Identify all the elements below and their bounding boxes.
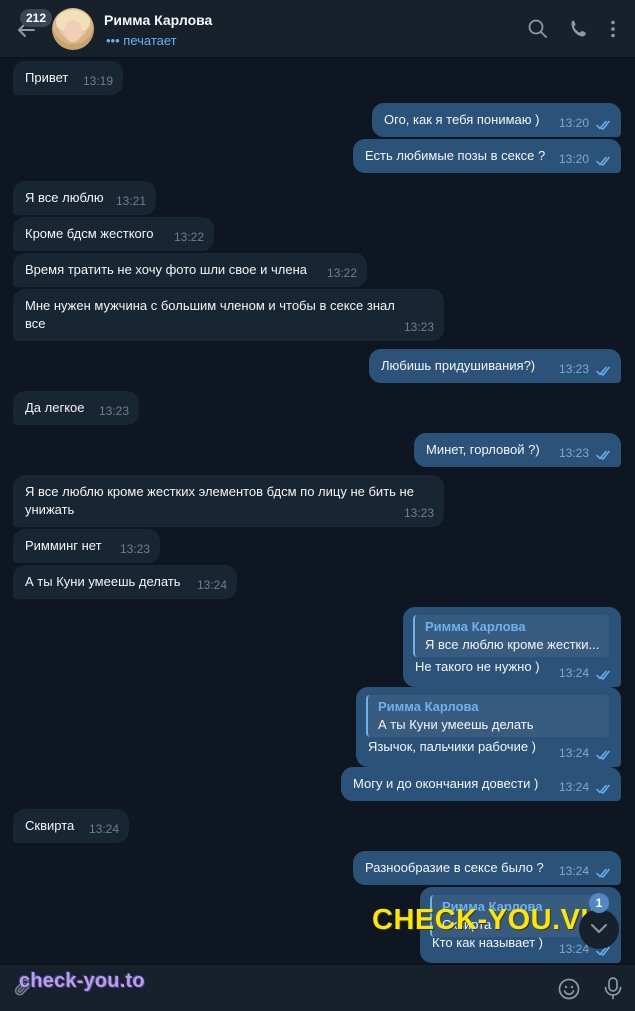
outgoing-message[interactable]: Разнообразие в сексе было ? 13:24 xyxy=(353,851,621,885)
message-text-line2: унижать xyxy=(25,502,75,517)
message-text: Язычок, пальчики рабочие ) xyxy=(368,739,537,754)
incoming-message[interactable]: Мне нужен мужчина с большим членом и что… xyxy=(13,289,444,341)
search-icon[interactable] xyxy=(527,18,549,40)
message-text-line1: Я все люблю кроме жестких элементов бдсм… xyxy=(25,484,414,499)
message-text: Привет xyxy=(25,70,69,85)
outgoing-message[interactable]: Римма Карлова А ты Куни умеешь делать Языч… xyxy=(356,687,621,767)
message-time: 13:24 xyxy=(558,780,589,794)
message-text: Могу и до окончания довести ) xyxy=(353,776,539,791)
reply-quote[interactable]: Римма Карлова Я все люблю кроме жестки... xyxy=(413,615,609,657)
message-time: 13:23 xyxy=(558,446,589,460)
chevron-down-icon xyxy=(591,924,607,934)
contact-name[interactable]: Римма Карлова xyxy=(104,12,212,28)
outgoing-message[interactable]: Есть любимые позы в сексе ? 13:20 xyxy=(353,139,621,173)
incoming-message[interactable]: А ты Куни умеешь делать 13:24 xyxy=(13,565,237,599)
watermark-small: check-you.to xyxy=(19,970,145,992)
double-check-icon xyxy=(596,667,612,680)
message-text: Есть любимые позы в сексе ? xyxy=(365,148,546,163)
message-time: 13:24 xyxy=(558,666,589,680)
incoming-message[interactable]: Я все люблю кроме жестких элементов бдсм… xyxy=(13,475,444,527)
chat-header: 212 Римма Карлова ••• печатает xyxy=(0,0,635,58)
message-text: Минет, горловой ?) xyxy=(426,442,540,457)
outgoing-message[interactable]: Могу и до окончания довести ) 13:24 xyxy=(341,767,621,801)
message-time: 13:24 xyxy=(88,822,119,836)
message-text: Не такого не нужно ) xyxy=(415,659,540,674)
incoming-message[interactable]: Время тратить не хочу фото шли свое и чл… xyxy=(13,253,367,287)
message-text: Любишь придушивания?) xyxy=(381,358,536,373)
message-time: 13:23 xyxy=(403,320,434,334)
avatar[interactable] xyxy=(52,8,94,50)
more-vertical-icon[interactable] xyxy=(602,18,624,40)
message-text: Ого, как я тебя понимаю ) xyxy=(384,112,540,127)
message-text: Я все люблю xyxy=(25,190,104,205)
message-time: 13:22 xyxy=(173,230,204,244)
message-time: 13:20 xyxy=(558,116,589,130)
message-time: 13:24 xyxy=(196,578,227,592)
reply-quote[interactable]: Римма Карлова А ты Куни умеешь делать xyxy=(366,695,609,737)
typing-dots-icon: ••• xyxy=(106,33,120,48)
reply-snippet: А ты Куни умеешь делать xyxy=(378,717,534,732)
message-text: Да легкое xyxy=(25,400,85,415)
unread-count-badge: 212 xyxy=(20,9,53,27)
message-time: 13:19 xyxy=(82,74,113,88)
double-check-icon xyxy=(596,447,612,460)
message-time: 13:23 xyxy=(98,404,129,418)
outgoing-message[interactable]: Ого, как я тебя понимаю ) 13:20 xyxy=(372,103,621,137)
message-text: Римминг нет xyxy=(25,538,102,553)
phone-icon[interactable] xyxy=(568,18,590,40)
message-time: 13:24 xyxy=(558,864,589,878)
incoming-message[interactable]: Кроме бдсм жесткого 13:22 xyxy=(13,217,214,251)
incoming-message[interactable]: Привет 13:19 xyxy=(13,61,123,95)
message-time: 13:24 xyxy=(558,746,589,760)
message-text-line2: все xyxy=(25,316,46,331)
message-text: Кроме бдсм жесткого xyxy=(25,226,154,241)
outgoing-message[interactable]: Любишь придушивания?) 13:23 xyxy=(369,349,621,383)
emoji-icon[interactable] xyxy=(557,977,581,1001)
watermark-big: CHECK-YOU.VIP xyxy=(372,904,609,936)
typing-status-text: печатает xyxy=(123,33,177,48)
incoming-message[interactable]: Я все люблю 13:21 xyxy=(13,181,156,215)
scroll-unread-badge: 1 xyxy=(589,893,609,913)
incoming-message[interactable]: Сквирта 13:24 xyxy=(13,809,129,843)
message-text: Сквирта xyxy=(25,818,75,833)
scroll-down-button[interactable] xyxy=(579,909,619,949)
outgoing-message[interactable]: Римма Карлова Я все люблю кроме жестки...… xyxy=(403,607,621,687)
double-check-icon xyxy=(596,781,612,794)
reply-author: Римма Карлова xyxy=(378,699,479,714)
outgoing-message[interactable]: Минет, горловой ?) 13:23 xyxy=(414,433,621,467)
message-time: 13:22 xyxy=(326,266,357,280)
double-check-icon xyxy=(596,747,612,760)
reply-author: Римма Карлова xyxy=(425,619,526,634)
double-check-icon xyxy=(596,363,612,376)
message-text: Время тратить не хочу фото шли свое и чл… xyxy=(25,262,307,277)
message-time: 13:20 xyxy=(558,152,589,166)
message-time: 13:21 xyxy=(115,194,146,208)
microphone-icon[interactable] xyxy=(602,976,624,1000)
message-text-line1: Мне нужен мужчина с большим членом и что… xyxy=(25,298,395,313)
message-time: 13:23 xyxy=(403,506,434,520)
incoming-message[interactable]: Римминг нет 13:23 xyxy=(13,529,160,563)
incoming-message[interactable]: Да легкое 13:23 xyxy=(13,391,139,425)
message-time: 13:23 xyxy=(119,542,150,556)
typing-status: ••• печатает xyxy=(106,33,177,48)
double-check-icon xyxy=(596,865,612,878)
message-text: А ты Куни умеешь делать xyxy=(25,574,181,589)
message-time: 13:23 xyxy=(558,362,589,376)
reply-snippet: Я все люблю кроме жестки... xyxy=(425,637,600,652)
message-text: Разнообразие в сексе было ? xyxy=(365,860,544,875)
double-check-icon xyxy=(596,153,612,166)
double-check-icon xyxy=(596,117,612,130)
